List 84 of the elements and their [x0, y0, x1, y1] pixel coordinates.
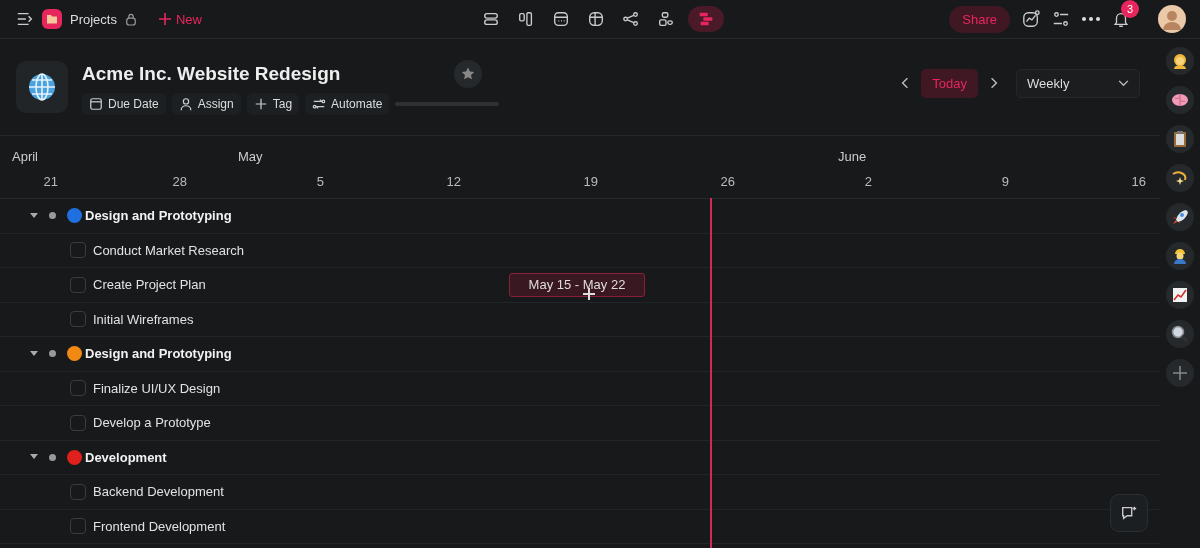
automate-icon	[312, 96, 327, 111]
chart-icon	[1170, 285, 1190, 305]
collapse-caret-icon[interactable]	[30, 454, 38, 461]
chevron-down-icon	[1118, 79, 1129, 87]
day-label: 9	[1000, 173, 1010, 189]
task-name[interactable]: Develop a Prototype	[93, 415, 211, 431]
project-icon	[16, 61, 68, 113]
hierarchy-view-icon	[657, 10, 675, 28]
lock-icon	[124, 12, 137, 26]
drag-dot-icon[interactable]	[49, 212, 56, 220]
rail-button[interactable]	[1166, 203, 1194, 231]
new-button[interactable]: New	[158, 11, 202, 27]
day-label: 19	[582, 173, 599, 189]
day-label: 26	[719, 173, 736, 189]
day-label: 21	[42, 173, 59, 189]
date-action-button[interactable]: Due Date	[82, 92, 166, 115]
date-icon	[89, 96, 103, 111]
task-name[interactable]: Finalize UI/UX Design	[93, 380, 221, 396]
task-checkbox[interactable]	[70, 311, 86, 328]
task-checkbox[interactable]	[70, 276, 86, 293]
task-checkbox[interactable]	[70, 518, 86, 535]
drag-dot-icon[interactable]	[49, 453, 56, 461]
task-name[interactable]: Create Project Plan	[93, 277, 206, 293]
rocket-icon	[1170, 207, 1190, 227]
drag-dot-icon[interactable]	[49, 350, 56, 358]
timeline-view-icon	[697, 10, 715, 28]
task-checkbox[interactable]	[70, 380, 86, 397]
task-checkbox[interactable]	[70, 242, 86, 259]
task-name[interactable]: Conduct Market Research	[93, 242, 244, 258]
table-view-icon	[587, 10, 605, 28]
day-label: 5	[315, 173, 325, 189]
plus-icon	[158, 13, 171, 25]
breadcrumb-link[interactable]: Projects	[70, 11, 117, 27]
automate-action-button[interactable]: Automate	[305, 92, 390, 115]
list-view-icon	[482, 10, 500, 28]
group-title[interactable]: Development	[85, 449, 167, 465]
task-name[interactable]: Frontend Development	[93, 518, 226, 534]
plus-icon	[1170, 363, 1190, 383]
scale-dropdown[interactable]: Weekly	[1016, 68, 1140, 98]
task-checkbox[interactable]	[70, 483, 86, 500]
day-label: 16	[1130, 173, 1147, 189]
month-label: May	[238, 149, 264, 164]
day-label: 2	[863, 173, 873, 189]
rail-button[interactable]	[1166, 47, 1194, 75]
collapse-caret-icon[interactable]	[30, 212, 38, 219]
rail-button[interactable]	[1166, 242, 1194, 270]
rail-button[interactable]	[1166, 320, 1194, 348]
group-title[interactable]: Design and Prototyping	[85, 346, 232, 362]
feedback-button[interactable]	[1110, 494, 1148, 532]
chat-plus-icon	[1120, 504, 1138, 522]
calendar-view-icon	[552, 10, 570, 28]
day-label: 12	[445, 173, 462, 189]
rail-button[interactable]	[1166, 125, 1194, 153]
task-bar[interactable]: May 15 - May 22	[509, 272, 645, 297]
previous-icon[interactable]	[901, 77, 910, 89]
notification-badge: 3	[1121, 0, 1139, 18]
chart-icon[interactable]	[1022, 10, 1040, 28]
group-title[interactable]: Design and Prototyping	[85, 208, 232, 224]
board-view-icon	[517, 10, 535, 28]
rail-button[interactable]	[1166, 86, 1194, 114]
rail-button[interactable]	[1166, 164, 1194, 192]
avatar[interactable]	[1158, 5, 1186, 33]
task-name[interactable]: Backend Development	[93, 484, 224, 500]
project-title: Acme Inc. Website Redesign	[82, 62, 341, 85]
timeline-view-tab[interactable]	[688, 6, 724, 32]
magnifier-icon	[1170, 324, 1190, 344]
more-icon[interactable]	[1082, 17, 1100, 21]
month-label: April	[12, 149, 39, 164]
share-button[interactable]: Share	[949, 5, 1010, 33]
folder-icon	[42, 9, 62, 29]
plus-action-button[interactable]: Tag	[246, 92, 300, 115]
collapse-caret-icon[interactable]	[30, 350, 38, 357]
month-label: June	[838, 149, 867, 164]
plus-icon	[253, 96, 268, 111]
task-name[interactable]: Initial Wireframes	[93, 311, 194, 327]
graph-view-icon	[622, 10, 640, 28]
person-action-button[interactable]: Assign	[171, 92, 241, 115]
next-icon[interactable]	[990, 77, 998, 89]
today-button[interactable]: Today	[921, 68, 978, 98]
person-icon	[178, 96, 193, 111]
task-checkbox[interactable]	[70, 414, 86, 431]
filter-icon[interactable]	[1052, 10, 1070, 28]
menu-icon[interactable]	[16, 10, 34, 28]
rail-button[interactable]	[1166, 281, 1194, 309]
